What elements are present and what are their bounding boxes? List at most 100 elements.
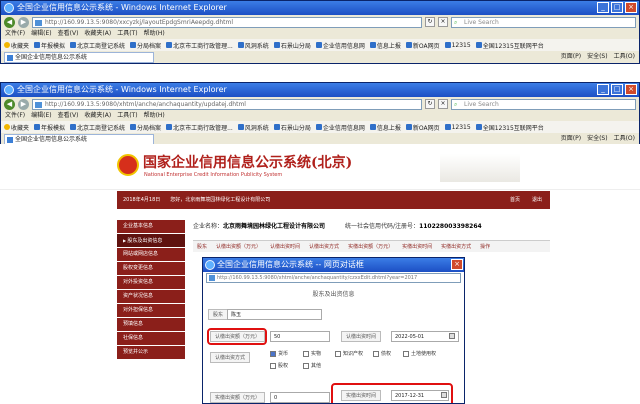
method-debt[interactable]: 债权 [373, 350, 391, 357]
sidebar-item-equity-change[interactable]: 股权变更信息 [117, 262, 185, 275]
back-icon[interactable]: ◀ [4, 98, 15, 110]
home-link[interactable]: 首页 [510, 191, 520, 209]
fav-link[interactable]: 北京工商登记系统 [70, 123, 125, 132]
menu-edit[interactable]: 编辑(E) [31, 111, 51, 121]
menu-favorites[interactable]: 收藏夹(A) [84, 29, 111, 39]
menu-view[interactable]: 查看(V) [58, 111, 79, 121]
safety-menu[interactable]: 安全(S) [587, 52, 608, 62]
menu-help[interactable]: 帮助(H) [144, 29, 165, 39]
page-icon [70, 42, 77, 48]
page-icon [475, 42, 482, 48]
address-bar[interactable]: http://160.99.13.5:9080/xhtml/anche/anch… [32, 98, 422, 110]
sidebar-item-basic-info[interactable]: 企业基本信息 [117, 220, 185, 233]
fav-link[interactable]: 12315 [444, 42, 471, 49]
fav-link[interactable]: 北京市工商行政管理... [166, 123, 233, 132]
refresh-icon[interactable]: ↻ [425, 17, 435, 27]
minimize-button[interactable]: _ [597, 84, 609, 95]
fav-link[interactable]: 信息上报 [369, 41, 401, 50]
page-icon [444, 42, 451, 48]
method-goods[interactable]: 实物 [303, 350, 321, 357]
fav-link[interactable]: 全国12315互联网平台 [475, 123, 544, 132]
sub-method-label: 认缴出资方式 [210, 352, 251, 363]
checkbox-icon [373, 350, 379, 357]
ie-window-front: 全国企业信用信息公示系统 - Windows Internet Explorer… [0, 82, 640, 146]
page-menu[interactable]: 页面(P) [561, 134, 581, 144]
fav-link[interactable]: 风洞系统 [237, 123, 269, 132]
fav-link[interactable]: 12315 [444, 124, 471, 131]
logout-link[interactable]: 退出 [532, 191, 542, 209]
sidebar-item-guarantee[interactable]: 对外担保信息 [117, 304, 185, 317]
safety-menu[interactable]: 安全(S) [587, 134, 608, 144]
calendar-icon[interactable] [449, 333, 455, 339]
menu-tools[interactable]: 工具(T) [117, 111, 137, 121]
page-icon [405, 124, 412, 130]
maximize-button[interactable]: □ [611, 2, 623, 13]
sub-amount-input[interactable]: 50 [270, 331, 330, 342]
tools-menu[interactable]: 工具(O) [614, 52, 635, 62]
favorites-button[interactable]: 收藏夹 [4, 123, 29, 132]
tools-menu[interactable]: 工具(O) [614, 134, 635, 144]
browser-tab[interactable]: 全国企业信用信息公示系统 [4, 133, 154, 145]
forward-icon[interactable]: ▶ [18, 98, 29, 110]
fav-link[interactable]: 北京工商登记系统 [70, 41, 125, 50]
back-icon[interactable]: ◀ [4, 16, 15, 28]
fav-link[interactable]: 新OA网页 [405, 41, 440, 50]
page-icon [70, 124, 77, 130]
menu-help[interactable]: 帮助(H) [144, 111, 165, 121]
fav-link[interactable]: 风洞系统 [237, 41, 269, 50]
fav-link[interactable]: 年报模拟 [34, 41, 65, 50]
col-paid-date: 实缴出资时间 [402, 244, 433, 250]
fav-link[interactable]: 企业信用信息网 [315, 123, 365, 132]
close-button[interactable]: × [625, 84, 637, 95]
method-currency[interactable]: 货币 [270, 350, 288, 357]
fav-link[interactable]: 新OA网页 [405, 123, 440, 132]
browser-tab[interactable]: 全国企业信用信息公示系统 [4, 51, 154, 63]
shareholder-input[interactable]: 陈玉 [227, 309, 322, 320]
sidebar-item-investment[interactable]: 对外投资信息 [117, 276, 185, 289]
fav-link[interactable]: 分局档案 [130, 123, 161, 132]
minimize-button[interactable]: _ [597, 2, 609, 13]
paid-amount-input[interactable]: 0 [270, 392, 330, 403]
page-menu[interactable]: 页面(P) [561, 52, 581, 62]
menu-favorites[interactable]: 收藏夹(A) [84, 111, 111, 121]
method-other[interactable]: 其他 [303, 362, 321, 369]
close-button[interactable]: × [625, 2, 637, 13]
sidebar-item-prefill[interactable]: 预填信息 [117, 318, 185, 331]
fav-link[interactable]: 北京市工商行政管理... [166, 41, 233, 50]
sidebar-item-assets[interactable]: 资产状况信息 [117, 290, 185, 303]
calendar-icon[interactable] [441, 392, 447, 398]
fav-link[interactable]: 全国12315互联网平台 [475, 41, 544, 50]
menu-file[interactable]: 文件(F) [5, 29, 25, 39]
search-input[interactable]: Live Search [451, 98, 636, 110]
sidebar-item-preview[interactable]: 预览并公示 [117, 346, 185, 359]
maximize-button[interactable]: □ [611, 84, 623, 95]
fav-link[interactable]: 企业信用信息网 [315, 41, 365, 50]
method-equity[interactable]: 股权 [270, 362, 288, 369]
menu-tools[interactable]: 工具(T) [117, 29, 137, 39]
fav-link[interactable]: 分局档案 [130, 41, 161, 50]
address-bar[interactable]: http://160.99.13.5:9080/xxcyzkj/layoutEp… [32, 16, 422, 28]
method-ip[interactable]: 知识产权 [335, 350, 363, 357]
dialog-close-button[interactable]: × [451, 259, 463, 270]
favorites-button[interactable]: 收藏夹 [4, 41, 29, 50]
search-input[interactable]: Live Search [451, 16, 636, 28]
checkbox-icon [303, 350, 309, 357]
method-land[interactable]: 土地使用权 [403, 350, 436, 357]
ie-icon [4, 85, 14, 95]
sidebar-item-social-security[interactable]: 社保信息 [117, 332, 185, 345]
sidebar-item-website[interactable]: 网站或网店信息 [117, 248, 185, 261]
fav-link[interactable]: 石景山分局 [273, 41, 311, 50]
checkbox-icon [403, 350, 409, 357]
menu-view[interactable]: 查看(V) [58, 29, 79, 39]
menu-edit[interactable]: 编辑(E) [31, 29, 51, 39]
menu-file[interactable]: 文件(F) [5, 111, 25, 121]
checkbox-icon [270, 362, 276, 369]
forward-icon[interactable]: ▶ [18, 16, 29, 28]
fav-link[interactable]: 石景山分局 [273, 123, 311, 132]
stop-icon[interactable]: × [438, 17, 448, 27]
fav-link[interactable]: 年报模拟 [34, 123, 65, 132]
fav-link[interactable]: 信息上报 [369, 123, 401, 132]
refresh-icon[interactable]: ↻ [425, 99, 435, 109]
sidebar-item-shareholders[interactable]: 股东及出资信息 [117, 234, 185, 247]
stop-icon[interactable]: × [438, 99, 448, 109]
